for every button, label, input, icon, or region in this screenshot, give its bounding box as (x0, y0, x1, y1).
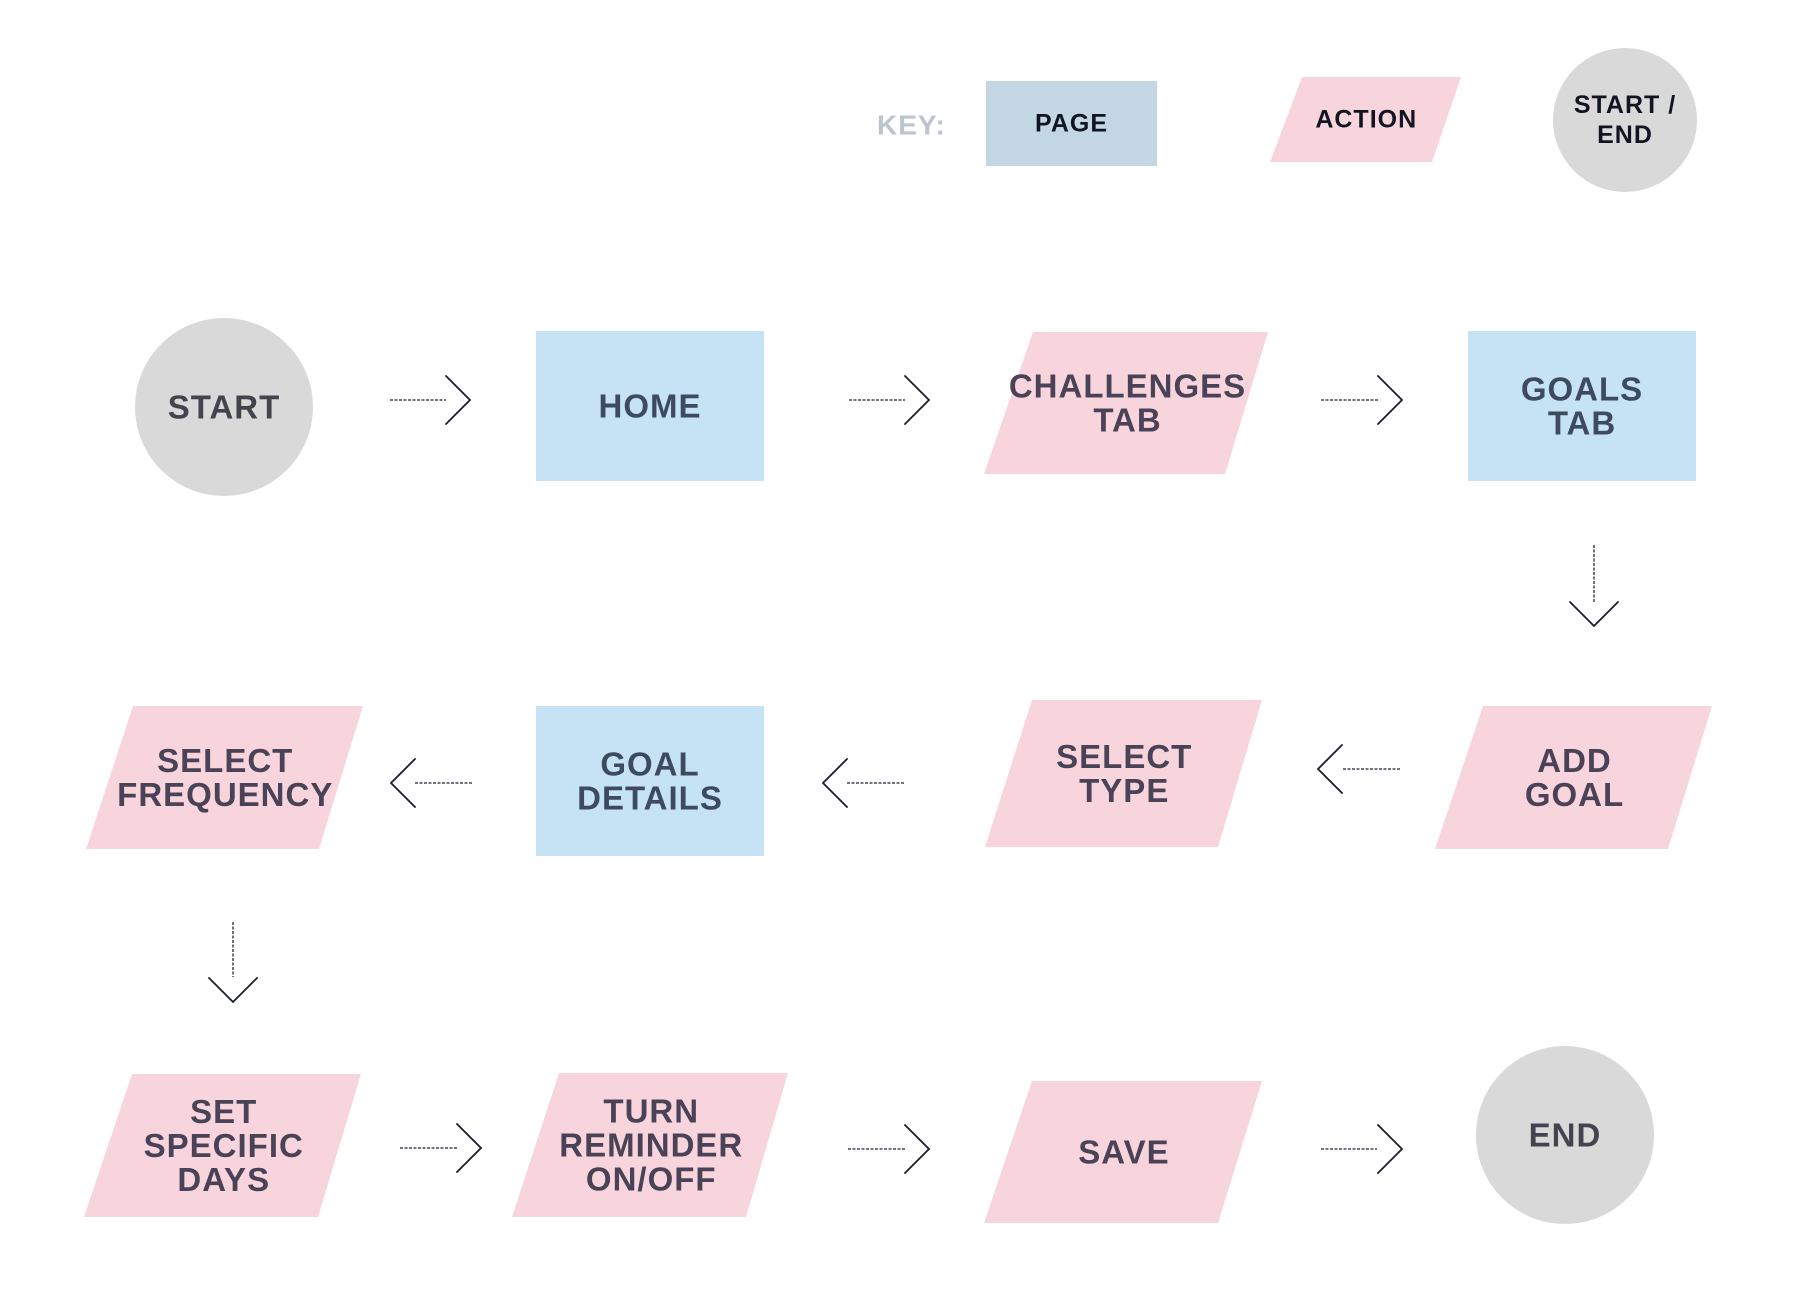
legend-terminal-label-line: END (1597, 121, 1653, 149)
node-goals-tab-label-line: GOALS (1521, 371, 1643, 408)
arrow-right-icon (445, 375, 472, 425)
arrow-right-icon (456, 1123, 483, 1173)
node-set-specific-days-label-line: SET (190, 1093, 257, 1130)
legend-item-page: PAGE (986, 81, 1157, 166)
legend: KEY: PAGE ACTION START /END (877, 48, 1697, 192)
node-goals-tab: GOALSTAB (1468, 331, 1696, 481)
node-home: HOME (536, 331, 764, 481)
node-challenges-tab: CHALLENGESTAB (984, 332, 1268, 474)
legend-item-terminal: START /END (1553, 48, 1697, 192)
node-goals-tab-label-line: TAB (1548, 405, 1616, 442)
legend-item-action: ACTION (1270, 77, 1461, 162)
node-select-type-label-line: TYPE (1079, 772, 1169, 809)
legend-page-label-line: PAGE (1035, 110, 1108, 138)
node-start: START (135, 318, 313, 496)
arrow-goals-tab-to-add-goal (1569, 545, 1619, 628)
arrow-down-icon (1569, 601, 1619, 628)
connectors (208, 375, 1619, 1174)
node-turn-reminder-label-line: ON/OFF (586, 1161, 717, 1198)
node-add-goal: ADDGOAL (1435, 706, 1712, 849)
arrow-left-icon (1316, 744, 1343, 794)
node-challenges-tab-label-line: CHALLENGES (1009, 368, 1246, 405)
node-add-goal-label-line: GOAL (1525, 776, 1624, 813)
arrow-save-to-end (1321, 1124, 1404, 1174)
arrow-select-frequency-to-set-specific-days (208, 922, 258, 1004)
arrow-left-icon (389, 758, 416, 808)
node-set-specific-days-label-line: SPECIFIC (144, 1127, 304, 1164)
legend-action-label-line: ACTION (1315, 106, 1417, 134)
flowchart: KEY: PAGE ACTIONSTART /END START HOMECHALLE… (84, 48, 1712, 1224)
node-add-goal-label-line: ADD (1537, 742, 1612, 779)
node-turn-reminder-label-line: TURN (603, 1093, 699, 1130)
node-select-type: SELECTTYPE (985, 700, 1262, 847)
node-save: SAVE (984, 1081, 1262, 1223)
node-goal-details: GOALDETAILS (536, 706, 764, 856)
node-end: END (1476, 1046, 1654, 1224)
node-start-label-line: START (168, 389, 281, 426)
arrow-left-icon (821, 758, 848, 808)
node-turn-reminder: TURNREMINDERON/OFF (512, 1073, 788, 1217)
nodes: START HOMECHALLENGESTABGOALSTABADDGOALSEL… (84, 318, 1712, 1224)
node-turn-reminder-label-line: REMINDER (559, 1127, 743, 1164)
node-select-type-label-line: SELECT (1056, 738, 1192, 775)
arrow-goal-details-to-select-frequency (389, 758, 472, 808)
node-goal-details-label-line: GOAL (600, 746, 699, 783)
legend-terminal-label-line: START / (1574, 91, 1676, 119)
legend-terminal-shape (1553, 48, 1697, 192)
node-set-specific-days: SETSPECIFICDAYS (84, 1074, 361, 1217)
arrow-turn-reminder-to-save (848, 1124, 931, 1174)
node-select-frequency-label-line: FREQUENCY (117, 776, 333, 813)
node-end-label-line: END (1529, 1117, 1602, 1154)
arrow-right-icon (1377, 1124, 1404, 1174)
arrow-add-goal-to-select-type (1316, 744, 1400, 794)
arrow-down-icon (208, 977, 258, 1004)
arrow-home-to-challenges-tab (849, 375, 931, 425)
node-home-label-line: HOME (599, 388, 702, 425)
node-goal-details-label-line: DETAILS (577, 780, 723, 817)
arrow-right-icon (904, 1124, 931, 1174)
legend-title: KEY: (877, 110, 946, 141)
arrow-challenges-tab-to-goals-tab (1321, 375, 1404, 425)
node-select-frequency-label-line: SELECT (157, 742, 293, 779)
node-save-label-line: SAVE (1078, 1134, 1169, 1171)
node-challenges-tab-label-line: TAB (1093, 402, 1161, 439)
arrow-select-type-to-goal-details (821, 758, 904, 808)
arrow-right-icon (904, 375, 931, 425)
arrow-start-to-home (390, 375, 472, 425)
node-set-specific-days-label-line: DAYS (177, 1161, 270, 1198)
node-select-frequency: SELECTFREQUENCY (86, 706, 363, 849)
arrow-right-icon (1377, 375, 1404, 425)
arrow-set-specific-days-to-turn-reminder (400, 1123, 483, 1173)
